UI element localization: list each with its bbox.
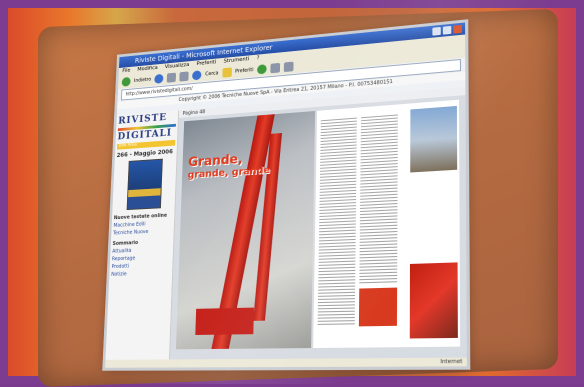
left-page[interactable]: Grande, grande, grande bbox=[175, 110, 316, 350]
print-icon[interactable] bbox=[283, 61, 294, 73]
minimize-icon[interactable] bbox=[432, 26, 441, 36]
search-label[interactable]: Cerca bbox=[205, 71, 218, 78]
menu-help[interactable]: ? bbox=[257, 54, 260, 63]
red-info-box bbox=[358, 287, 398, 327]
side-link[interactable]: Notizie bbox=[111, 270, 170, 277]
favorites-label[interactable]: Preferiti bbox=[235, 67, 254, 74]
magazine-reader: Pagina 48 Grande, grande, grande bbox=[169, 86, 467, 360]
side-link[interactable]: Reportage bbox=[112, 254, 171, 263]
back-label[interactable]: Indietro bbox=[134, 77, 151, 84]
photo-excavator bbox=[409, 262, 458, 339]
issue-label: 266 - Maggio 2006 bbox=[116, 148, 173, 159]
crane-base bbox=[195, 307, 254, 335]
magazine-cover[interactable] bbox=[126, 158, 163, 211]
sidebar: RIVISTE DIGITALI Info Area 266 - Maggio … bbox=[105, 110, 180, 360]
text-column bbox=[359, 112, 398, 285]
text-column bbox=[317, 115, 357, 328]
menu-file[interactable]: File bbox=[122, 67, 130, 76]
magazine-spread[interactable]: Grande, grande, grande bbox=[175, 99, 461, 350]
search-icon[interactable] bbox=[192, 70, 202, 81]
home-icon[interactable] bbox=[179, 71, 189, 82]
side-heading-summary: Sommario bbox=[112, 240, 139, 247]
side-link[interactable]: Attualità bbox=[112, 246, 171, 255]
maximize-icon[interactable] bbox=[442, 25, 452, 35]
page-content: RIVISTE DIGITALI Info Area 266 - Maggio … bbox=[105, 86, 467, 360]
side-link[interactable]: Tecniche Nuove bbox=[113, 228, 172, 236]
forward-icon[interactable] bbox=[154, 73, 164, 84]
close-icon[interactable] bbox=[453, 24, 462, 34]
logo[interactable]: RIVISTE DIGITALI bbox=[117, 112, 176, 142]
refresh-icon[interactable] bbox=[166, 72, 177, 83]
right-page[interactable] bbox=[313, 99, 461, 349]
status-text: Internet bbox=[440, 358, 463, 366]
side-link[interactable]: Prodotti bbox=[111, 262, 170, 270]
media-icon[interactable] bbox=[257, 64, 267, 75]
mail-icon[interactable] bbox=[270, 62, 281, 74]
photo-building bbox=[410, 105, 458, 173]
back-icon[interactable] bbox=[121, 76, 131, 87]
screen: Riviste Digitali - Microsoft Internet Ex… bbox=[105, 22, 467, 368]
favorites-icon[interactable] bbox=[221, 67, 232, 78]
article-headline: Grande, grande, grande bbox=[187, 151, 271, 181]
status-bar: Internet bbox=[105, 357, 467, 368]
side-list: Nuove testate online Macchine Edili Tecn… bbox=[111, 212, 173, 278]
window-controls bbox=[432, 24, 462, 36]
